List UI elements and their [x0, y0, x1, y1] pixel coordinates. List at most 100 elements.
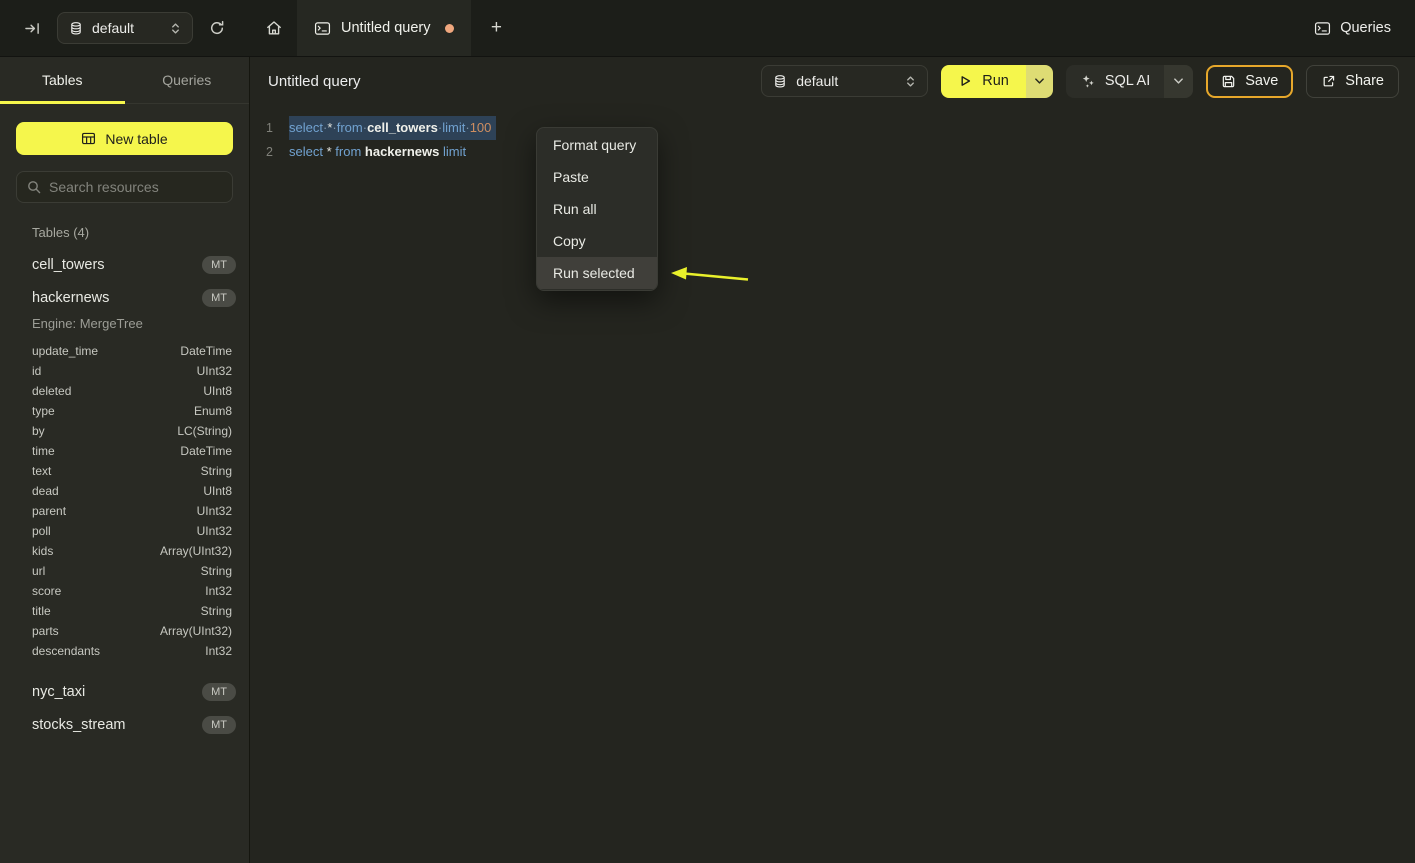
refresh-button[interactable]	[205, 16, 229, 40]
sidebar-tab-tables[interactable]: Tables	[0, 57, 125, 103]
panel-expand-icon	[24, 21, 41, 36]
column-name: score	[32, 581, 61, 601]
queries-button[interactable]: Queries	[1314, 20, 1391, 36]
column-name: dead	[32, 481, 59, 501]
topbar-left: default	[0, 0, 250, 56]
home-button[interactable]	[250, 0, 297, 56]
save-button[interactable]: Save	[1206, 65, 1293, 98]
column-name: descendants	[32, 641, 100, 661]
run-button-label: Run	[982, 73, 1009, 89]
database-selector-value: default	[92, 20, 161, 36]
run-options-button[interactable]	[1026, 65, 1053, 98]
column-name: url	[32, 561, 45, 581]
app-body: Tables Queries New table Tables (4) cell…	[0, 57, 1415, 863]
database-icon	[773, 74, 787, 89]
sql-editor[interactable]: 1 select·*·from·cell_towers·limit·100 2 …	[250, 105, 1415, 863]
code-line-2[interactable]: 2 select * from hackernews limit	[250, 140, 1415, 164]
column-type: UInt32	[197, 501, 232, 521]
share-button-label: Share	[1345, 73, 1384, 89]
column-name: parent	[32, 501, 66, 521]
topbar-right: Queries	[1314, 0, 1415, 56]
share-button[interactable]: Share	[1306, 65, 1399, 98]
column-row[interactable]: title String	[0, 601, 249, 621]
menu-item[interactable]: Run selected	[537, 257, 657, 289]
column-name: kids	[32, 541, 53, 561]
column-name: update_time	[32, 341, 98, 361]
sparkles-icon	[1080, 73, 1096, 89]
column-row[interactable]: score Int32	[0, 581, 249, 601]
play-icon	[958, 74, 972, 88]
column-name: id	[32, 361, 41, 381]
sidebar-tab-queries[interactable]: Queries	[125, 57, 250, 103]
column-row[interactable]: type Enum8	[0, 401, 249, 421]
line-number: 1	[250, 116, 273, 140]
query-title: Untitled query	[268, 73, 361, 90]
table-name: hackernews	[32, 290, 109, 306]
column-row[interactable]: dead UInt8	[0, 481, 249, 501]
sql-ai-options-button[interactable]	[1164, 65, 1193, 98]
tab-untitled-query[interactable]: Untitled query	[297, 0, 471, 56]
code-token: from	[335, 144, 365, 159]
menu-item[interactable]: Copy	[537, 225, 657, 257]
new-table-button-label: New table	[105, 131, 167, 147]
table-name: cell_towers	[32, 257, 105, 273]
code-token: limit·	[442, 120, 469, 135]
column-row[interactable]: by LC(String)	[0, 421, 249, 441]
column-name: title	[32, 601, 51, 621]
annotation-arrow	[668, 263, 752, 289]
column-row[interactable]: time DateTime	[0, 441, 249, 461]
code-token: *·	[327, 120, 336, 135]
menu-item[interactable]: Format query	[537, 129, 657, 161]
table-row-hackernews[interactable]: hackernews MT	[0, 281, 249, 314]
new-table-button[interactable]: New table	[16, 122, 233, 155]
database-selector[interactable]: default	[57, 12, 193, 44]
column-type: Enum8	[194, 401, 232, 421]
table-row-cell-towers[interactable]: cell_towers MT	[0, 248, 249, 281]
menu-item[interactable]: Run all	[537, 193, 657, 225]
terminal-icon	[314, 21, 331, 36]
refresh-icon	[209, 20, 225, 36]
search-input[interactable]	[49, 179, 222, 195]
sql-ai-button[interactable]: SQL AI	[1066, 65, 1164, 98]
sidebar-collapse-button[interactable]	[20, 17, 45, 40]
column-name: parts	[32, 621, 59, 641]
column-row[interactable]: parts Array(UInt32)	[0, 621, 249, 641]
column-row[interactable]: id UInt32	[0, 361, 249, 381]
column-row[interactable]: kids Array(UInt32)	[0, 541, 249, 561]
code-text: select * from hackernews limit	[289, 140, 466, 164]
code-token: cell_towers·	[367, 120, 442, 135]
run-button[interactable]: Run	[941, 65, 1026, 98]
search-icon	[27, 180, 41, 194]
sql-ai-button-label: SQL AI	[1105, 73, 1150, 89]
chevron-down-icon	[1173, 77, 1184, 85]
column-row[interactable]: deleted UInt8	[0, 381, 249, 401]
column-type: Int32	[205, 641, 232, 661]
engine-label: Engine: MergeTree	[0, 314, 249, 341]
column-row[interactable]: parent UInt32	[0, 501, 249, 521]
external-link-icon	[1321, 74, 1336, 89]
column-type: Int32	[205, 581, 232, 601]
column-type: String	[201, 461, 232, 481]
table-row-nyc-taxi[interactable]: nyc_taxi MT	[0, 675, 249, 708]
column-row[interactable]: descendants Int32	[0, 641, 249, 661]
column-type: UInt32	[197, 361, 232, 381]
toolbar-database-value: default	[796, 73, 896, 89]
column-row[interactable]: update_time DateTime	[0, 341, 249, 361]
sidebar-tab-tables-label: Tables	[42, 72, 82, 88]
table-row-stocks-stream[interactable]: stocks_stream MT	[0, 708, 249, 741]
sql-ai-split-button: SQL AI	[1066, 65, 1193, 98]
tab-strip: Untitled query +	[250, 0, 521, 56]
column-row[interactable]: url String	[0, 561, 249, 581]
line-number: 2	[250, 140, 273, 164]
menu-item[interactable]: Paste	[537, 161, 657, 193]
column-row[interactable]: poll UInt32	[0, 521, 249, 541]
column-row[interactable]: text String	[0, 461, 249, 481]
table-grid-icon	[81, 131, 96, 146]
toolbar-database-selector[interactable]: default	[761, 65, 928, 97]
chevron-updown-icon	[170, 22, 181, 35]
new-tab-button[interactable]: +	[471, 0, 521, 56]
column-type: UInt8	[203, 481, 232, 501]
column-name: time	[32, 441, 55, 461]
code-line-1[interactable]: 1 select·*·from·cell_towers·limit·100	[250, 116, 1415, 140]
query-toolbar: Untitled query default	[250, 57, 1415, 105]
